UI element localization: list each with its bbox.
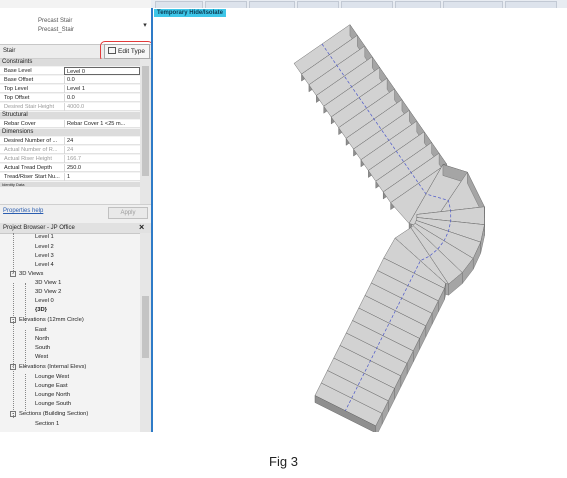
tree-connector bbox=[13, 283, 14, 418]
category-header[interactable]: Identity Data bbox=[0, 182, 140, 187]
property-name: Base Offset bbox=[4, 77, 34, 83]
chevron-down-icon[interactable]: ▾ bbox=[141, 22, 149, 30]
property-value[interactable]: 1 bbox=[64, 173, 140, 181]
view-tab[interactable] bbox=[205, 1, 247, 8]
properties-scrollbar-thumb[interactable] bbox=[142, 66, 149, 176]
view-tab[interactable] bbox=[395, 1, 441, 8]
property-row[interactable]: Desired Number of ... 24 bbox=[0, 137, 140, 145]
tree-item[interactable]: North bbox=[35, 336, 49, 342]
tree-item[interactable]: 3D View 2 bbox=[35, 289, 61, 295]
tree-item[interactable]: Lounge South bbox=[35, 401, 71, 407]
tree-node-label: 3D Views bbox=[19, 271, 44, 277]
property-row[interactable]: Actual Tread Depth 250.0 bbox=[0, 164, 140, 172]
property-row: Desired Stair Height 4000.0 bbox=[0, 103, 140, 111]
collapse-icon[interactable]: − bbox=[10, 411, 16, 417]
property-value-input[interactable]: Level 0 bbox=[64, 67, 140, 75]
property-name: Desired Stair Height bbox=[4, 104, 55, 110]
view-tab[interactable] bbox=[505, 1, 557, 8]
tree-item[interactable]: Lounge North bbox=[35, 392, 70, 398]
property-row[interactable]: Rebar Cover Rebar Cover 1 <25 m... bbox=[0, 120, 140, 128]
temporary-hide-isolate-label: Temporary Hide/Isolate bbox=[154, 9, 226, 17]
type-selector[interactable]: Precast Stair Precast_Stair bbox=[0, 8, 151, 45]
tree-node-3d-views[interactable]: −3D Views bbox=[10, 271, 43, 277]
property-name: Base Level bbox=[4, 68, 32, 74]
type-family: Precast Stair bbox=[38, 18, 73, 24]
property-row[interactable]: Top Level Level 1 bbox=[0, 85, 140, 93]
view-tab[interactable] bbox=[297, 1, 339, 8]
property-value: 24 bbox=[64, 146, 140, 154]
property-name: Tread/Riser Start Nu... bbox=[4, 174, 60, 180]
tree-node-label: Elevations (Internal Elevs) bbox=[19, 364, 87, 370]
property-value[interactable]: Level 1 bbox=[64, 85, 140, 93]
tree-connector bbox=[13, 233, 14, 273]
tree-node-internal-elevations[interactable]: − Elevations (Internal Elevs) bbox=[10, 364, 86, 370]
property-name: Top Level bbox=[4, 86, 28, 92]
property-value: 4000.0 bbox=[64, 103, 140, 111]
property-row[interactable]: Tread/Riser Start Nu... 1 bbox=[0, 173, 140, 181]
tree-connector bbox=[25, 374, 26, 411]
category-header[interactable]: Constraints bbox=[0, 59, 140, 66]
property-name: Desired Number of ... bbox=[4, 138, 58, 144]
project-browser-title: Project Browser - JP Office bbox=[3, 225, 75, 231]
view-tab[interactable] bbox=[341, 1, 393, 8]
tree-node-elevations[interactable]: − Elevations (12mm Circle) bbox=[10, 317, 84, 323]
tree-item[interactable]: 3D View 1 bbox=[35, 280, 61, 286]
view-tab[interactable] bbox=[249, 1, 295, 8]
view-tab[interactable] bbox=[443, 1, 503, 8]
tree-item[interactable]: Lounge West bbox=[35, 374, 69, 380]
tree-item-active[interactable]: {3D} bbox=[35, 307, 47, 313]
tree-item[interactable]: Level 4 bbox=[35, 262, 54, 268]
tree-item[interactable]: Level 0 bbox=[35, 298, 54, 304]
instance-filter-label: Stair bbox=[3, 48, 16, 54]
property-name: Actual Riser Height bbox=[4, 156, 52, 162]
property-row[interactable]: Top Offset 0.0 bbox=[0, 94, 140, 102]
apply-button[interactable]: Apply bbox=[108, 207, 148, 219]
collapse-icon[interactable]: − bbox=[10, 364, 16, 370]
properties-grid: Constraints Base Level Level 0 Base Offse… bbox=[0, 59, 140, 204]
tree-item[interactable]: Level 2 bbox=[35, 244, 54, 250]
tree-item[interactable]: Level 1 bbox=[35, 234, 54, 240]
category-header[interactable]: Dimensions bbox=[0, 129, 140, 136]
tree-node-label: Sections (Building Section) bbox=[19, 411, 89, 417]
tree-item[interactable]: West bbox=[35, 354, 48, 360]
tree-item[interactable]: East bbox=[35, 327, 47, 333]
property-name: Actual Number of R... bbox=[4, 147, 58, 153]
tree-item[interactable]: Section 1 bbox=[35, 421, 59, 427]
tree-connector bbox=[25, 330, 26, 367]
tree-node-label: Elevations (12mm Circle) bbox=[19, 317, 84, 323]
property-value[interactable]: 24 bbox=[64, 137, 140, 145]
tree-item[interactable]: Level 3 bbox=[35, 253, 54, 259]
project-browser-tree: Level 1 Level 2 Level 3 Level 4 −3D View… bbox=[0, 233, 140, 432]
browser-scrollbar-thumb[interactable] bbox=[142, 296, 149, 358]
property-row: Actual Riser Height 166.7 bbox=[0, 155, 140, 163]
property-value: 166.7 bbox=[64, 155, 140, 163]
property-value[interactable]: 0.0 bbox=[64, 76, 140, 84]
category-header[interactable]: Structural bbox=[0, 112, 140, 119]
property-value[interactable]: Rebar Cover 1 <25 m... bbox=[64, 120, 140, 128]
property-row[interactable]: Base Offset 0.0 bbox=[0, 76, 140, 84]
tree-node-sections[interactable]: − Sections (Building Section) bbox=[10, 411, 88, 417]
collapse-icon[interactable]: − bbox=[10, 271, 16, 277]
type-name: Precast_Stair bbox=[38, 27, 75, 33]
close-icon[interactable]: × bbox=[139, 222, 144, 232]
collapse-icon[interactable]: − bbox=[10, 317, 16, 323]
property-row: Actual Number of R... 24 bbox=[0, 146, 140, 154]
tree-item[interactable]: Lounge East bbox=[35, 383, 68, 389]
property-name: Actual Tread Depth bbox=[4, 165, 52, 171]
property-name: Rebar Cover bbox=[4, 121, 36, 127]
property-value[interactable]: 250.0 bbox=[64, 164, 140, 172]
stair-stringer bbox=[445, 283, 449, 296]
property-value[interactable]: 0.0 bbox=[64, 94, 140, 102]
properties-help-link[interactable]: Properties help bbox=[3, 208, 43, 214]
property-name: Top Offset bbox=[4, 95, 30, 101]
tree-item[interactable]: South bbox=[35, 345, 50, 351]
stair-model[interactable] bbox=[153, 8, 567, 432]
view-tab[interactable] bbox=[155, 1, 203, 8]
property-row[interactable]: Base Level Level 0 bbox=[0, 67, 140, 75]
figure-caption: Fig 3 bbox=[269, 454, 298, 469]
